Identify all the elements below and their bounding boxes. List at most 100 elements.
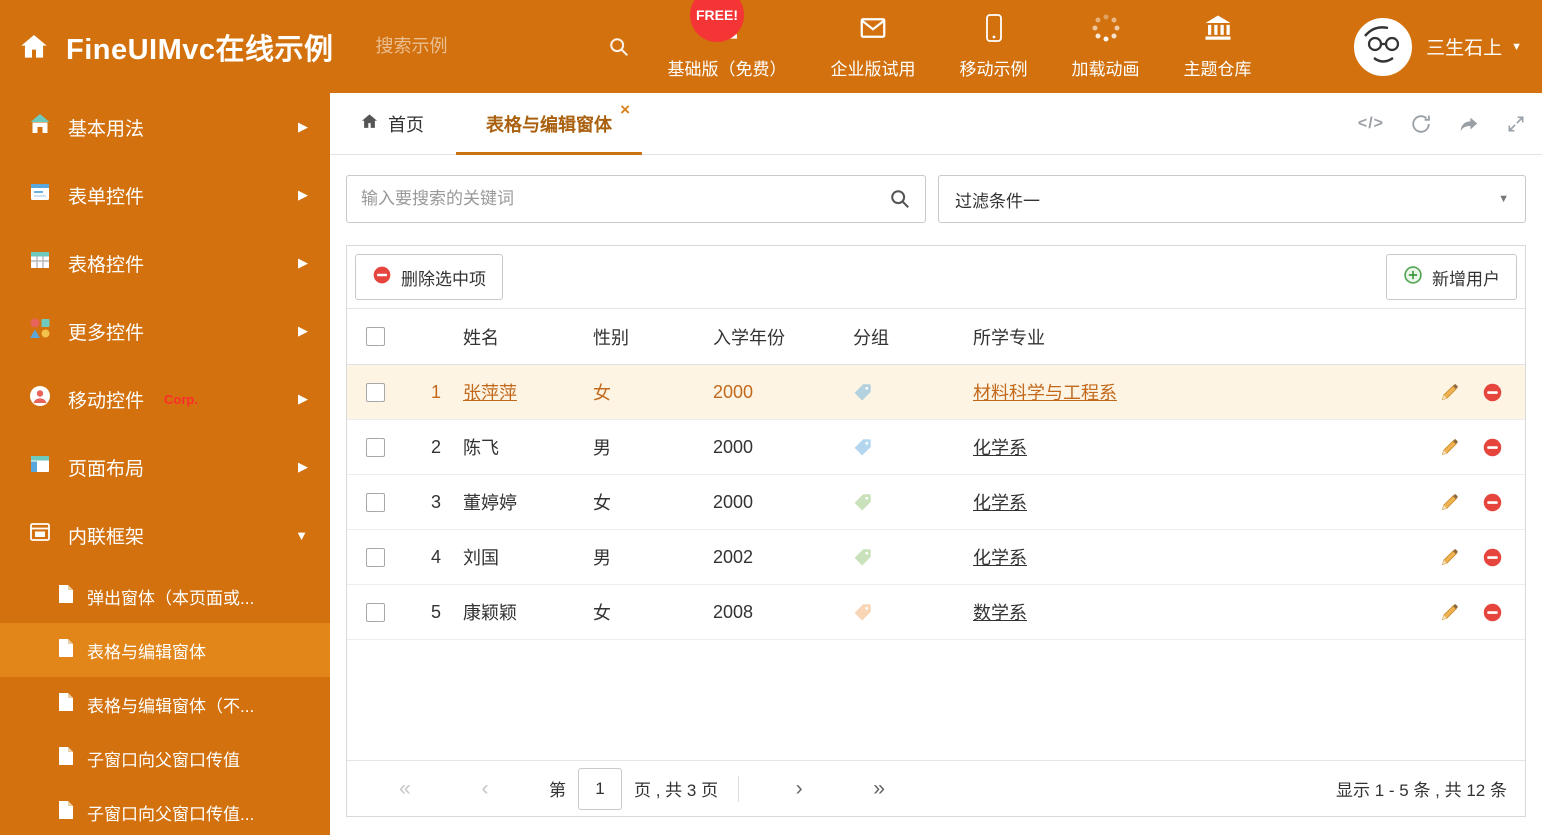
column-header-year[interactable]: 入学年份 <box>697 324 837 350</box>
search-icon[interactable] <box>608 36 630 58</box>
source-code-icon[interactable]: </> <box>1358 115 1384 133</box>
column-header-gender[interactable]: 性别 <box>577 324 697 350</box>
tabbar: 首页 表格与编辑窗体 × </> <box>330 93 1542 155</box>
edit-icon[interactable] <box>1439 492 1460 513</box>
chevron-right-icon: ▶ <box>298 119 308 135</box>
edit-icon[interactable] <box>1439 437 1460 458</box>
cell-name: 刘国 <box>447 544 577 570</box>
major-link[interactable]: 材料科学与工程系 <box>973 383 1117 403</box>
sidebar-item-basic-usage[interactable]: 基本用法 ▶ <box>0 93 330 161</box>
keyword-search-box <box>346 175 926 223</box>
sidebar-item-label: 页面布局 <box>68 454 144 481</box>
cell-year: 2000 <box>697 382 837 403</box>
cell-gender: 男 <box>577 544 697 570</box>
mobile-icon <box>983 13 1005 48</box>
topbar-search-input[interactable] <box>376 36 608 57</box>
sidebar-item-page-layout[interactable]: 页面布局 ▶ <box>0 433 330 501</box>
sidebar-subitem-grid-edit-window-no-popup[interactable]: 表格与编辑窗体（不... <box>0 677 330 731</box>
row-checkbox[interactable] <box>366 383 385 402</box>
filter-dropdown[interactable]: 过滤条件一 ▼ <box>938 175 1526 223</box>
column-header-name[interactable]: 姓名 <box>447 324 577 350</box>
sidebar-item-more-controls[interactable]: 更多控件 ▶ <box>0 297 330 365</box>
table-row[interactable]: 4 刘国 男 2002 化学系 <box>347 530 1525 585</box>
sidebar-item-label: 基本用法 <box>68 114 144 141</box>
sidebar-item-iframe[interactable]: 内联框架 ▼ <box>0 501 330 569</box>
cell-gender: 女 <box>577 489 697 515</box>
sidebar-item-form-controls[interactable]: 表单控件 ▶ <box>0 161 330 229</box>
table-header: 姓名 性别 入学年份 分组 所学专业 <box>347 309 1525 365</box>
nav-item-label: 主题仓库 <box>1184 55 1252 80</box>
edit-icon[interactable] <box>1439 382 1460 403</box>
chevron-right-icon: ▶ <box>298 391 308 407</box>
edit-icon[interactable] <box>1439 602 1460 623</box>
current-page-input[interactable]: 1 <box>578 768 622 810</box>
user-menu[interactable]: 三生石上 ▼ <box>1354 18 1522 76</box>
table-row[interactable]: 3 董婷婷 女 2000 化学系 <box>347 475 1525 530</box>
select-all-checkbox[interactable] <box>366 327 385 346</box>
avatar <box>1354 18 1412 76</box>
tag-icon <box>853 602 873 622</box>
refresh-icon[interactable] <box>1410 113 1432 135</box>
table-row[interactable]: 1 张萍萍 女 2000 材料科学与工程系 <box>347 365 1525 420</box>
table-row[interactable]: 2 陈飞 男 2000 化学系 <box>347 420 1525 475</box>
cell-year: 2000 <box>697 492 837 513</box>
nav-item-label: 基础版（免费） <box>668 55 787 80</box>
sidebar-subitem-label: 弹出窗体（本页面或... <box>87 584 254 609</box>
delete-icon[interactable] <box>1482 602 1503 623</box>
table-row[interactable]: 5 康颖颖 女 2008 数学系 <box>347 585 1525 640</box>
row-number: 5 <box>403 602 447 623</box>
keyword-search-input[interactable] <box>361 189 889 209</box>
next-page-button[interactable]: › <box>759 777 839 801</box>
last-page-button[interactable]: » <box>839 777 919 801</box>
sidebar-subitem-popup-window[interactable]: 弹出窗体（本页面或... <box>0 569 330 623</box>
nav-item-mobile-examples[interactable]: 移动示例 <box>960 13 1028 80</box>
page-label-before: 第 <box>549 776 566 801</box>
row-checkbox[interactable] <box>366 603 385 622</box>
column-header-group[interactable]: 分组 <box>837 324 957 350</box>
add-user-button[interactable]: 新增用户 <box>1386 254 1517 300</box>
major-link[interactable]: 化学系 <box>973 438 1027 458</box>
tab-tools: </> <box>1358 113 1526 135</box>
sidebar-item-mobile-controls[interactable]: 移动控件 Corp. ▶ <box>0 365 330 433</box>
file-icon <box>58 800 74 825</box>
row-checkbox[interactable] <box>366 493 385 512</box>
major-link[interactable]: 化学系 <box>973 548 1027 568</box>
file-icon <box>58 746 74 771</box>
major-link[interactable]: 化学系 <box>973 493 1027 513</box>
sidebar-subitem-label: 子窗口向父窗口传值... <box>87 800 254 825</box>
delete-icon[interactable] <box>1482 492 1503 513</box>
row-checkbox[interactable] <box>366 438 385 457</box>
close-icon[interactable]: × <box>620 101 630 118</box>
column-header-major[interactable]: 所学专业 <box>957 324 1409 350</box>
sidebar-item-table-controls[interactable]: 表格控件 ▶ <box>0 229 330 297</box>
major-link[interactable]: 数学系 <box>973 603 1027 623</box>
prev-page-button[interactable]: ‹ <box>445 777 525 801</box>
sidebar-subitem-child-to-parent-2[interactable]: 子窗口向父窗口传值... <box>0 785 330 839</box>
nav-item-label: 移动示例 <box>960 55 1028 80</box>
sidebar: 基本用法 ▶ 表单控件 ▶ 表格控件 ▶ 更多控件 ▶ 移动控件 Corp. ▶… <box>0 93 330 835</box>
delete-selected-button[interactable]: 删除选中项 <box>355 254 503 300</box>
cell-name: 张萍萍 <box>447 379 577 405</box>
share-icon[interactable] <box>1458 113 1480 135</box>
topbar: FineUIMvc在线示例 FREE! 基础版（免费） 企业版试用 移动示例 <box>0 0 1542 93</box>
nav-item-theme-repo[interactable]: 主题仓库 <box>1184 13 1252 80</box>
home-icon[interactable] <box>18 31 50 63</box>
sidebar-subitem-grid-edit-window[interactable]: 表格与编辑窗体 <box>0 623 330 677</box>
search-icon[interactable] <box>889 188 911 210</box>
nav-item-enterprise-trial[interactable]: 企业版试用 <box>831 13 916 80</box>
delete-icon[interactable] <box>1482 437 1503 458</box>
row-number: 3 <box>403 492 447 513</box>
tab-grid-edit-window[interactable]: 表格与编辑窗体 × <box>456 93 642 154</box>
edit-icon[interactable] <box>1439 547 1460 568</box>
sidebar-subitem-label: 表格与编辑窗体 <box>87 638 206 663</box>
tab-label: 首页 <box>388 111 424 137</box>
row-checkbox[interactable] <box>366 548 385 567</box>
first-page-button[interactable]: « <box>365 777 445 801</box>
sidebar-subitem-child-to-parent[interactable]: 子窗口向父窗口传值 <box>0 731 330 785</box>
delete-icon[interactable] <box>1482 547 1503 568</box>
topbar-nav: 基础版（免费） 企业版试用 移动示例 加载动画 主题仓库 <box>668 13 1252 80</box>
tab-home[interactable]: 首页 <box>346 93 438 154</box>
delete-icon[interactable] <box>1482 382 1503 403</box>
expand-icon[interactable] <box>1506 114 1526 134</box>
nav-item-loading-animations[interactable]: 加载动画 <box>1072 13 1140 80</box>
